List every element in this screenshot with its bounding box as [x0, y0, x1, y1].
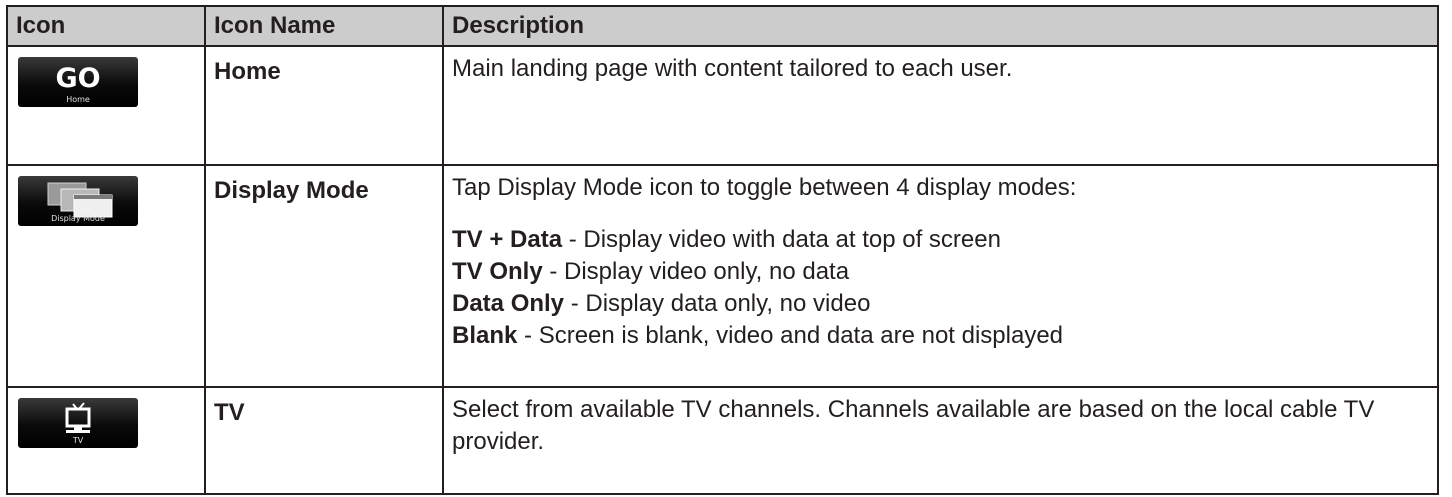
icon-name: Display Mode: [214, 177, 369, 204]
mode-label: TV + Data: [452, 226, 563, 253]
icon-description: Main landing page with content tailored …: [452, 55, 1013, 82]
home-icon: GO Home: [18, 57, 138, 107]
icon-name: Home: [214, 58, 281, 85]
tv-icon-caption: TV: [72, 436, 84, 445]
mode-text: - Display data only, no video: [564, 290, 871, 317]
mode-text: - Display video only, no data: [542, 258, 850, 285]
display-mode-item: TV Only - Display video only, no data: [452, 256, 1427, 288]
table-row: GO Home Home Main landing page with cont…: [8, 47, 1437, 164]
description-intro: Tap Display Mode icon to toggle between …: [452, 174, 1077, 201]
icon-description: Select from available TV channels. Chann…: [452, 396, 1375, 455]
header-icon-name: Icon Name: [214, 12, 336, 39]
mode-label: Data Only: [452, 290, 565, 317]
display-mode-icon: Display Mode: [18, 176, 138, 226]
header-description: Description: [452, 12, 585, 39]
display-mode-icon-caption: Display Mode: [51, 214, 105, 223]
mode-label: Blank: [452, 322, 518, 349]
icon-name: TV: [214, 399, 245, 426]
icon-description: Tap Display Mode icon to toggle between …: [452, 172, 1427, 352]
home-icon-caption: Home: [66, 95, 90, 104]
svg-text:GO: GO: [55, 63, 100, 94]
display-mode-item: Blank - Screen is blank, video and data …: [452, 320, 1427, 352]
header-icon: Icon: [16, 12, 66, 39]
icon-table: Icon Icon Name Description GO Home Home …: [6, 5, 1439, 495]
display-mode-item: Data Only - Display data only, no video: [452, 288, 1427, 320]
mode-text: - Screen is blank, video and data are no…: [517, 322, 1064, 349]
mode-label: TV Only: [452, 258, 543, 285]
table-row: TV TV Select from available TV channels.…: [8, 388, 1437, 493]
table-header: Icon Icon Name Description: [8, 7, 1437, 47]
mode-text: - Display video with data at top of scre…: [562, 226, 1001, 253]
table-row: Display Mode Display Mode Tap Display Mo…: [8, 166, 1437, 386]
display-mode-item: TV + Data - Display video with data at t…: [452, 224, 1427, 256]
tv-icon: TV: [18, 398, 138, 448]
